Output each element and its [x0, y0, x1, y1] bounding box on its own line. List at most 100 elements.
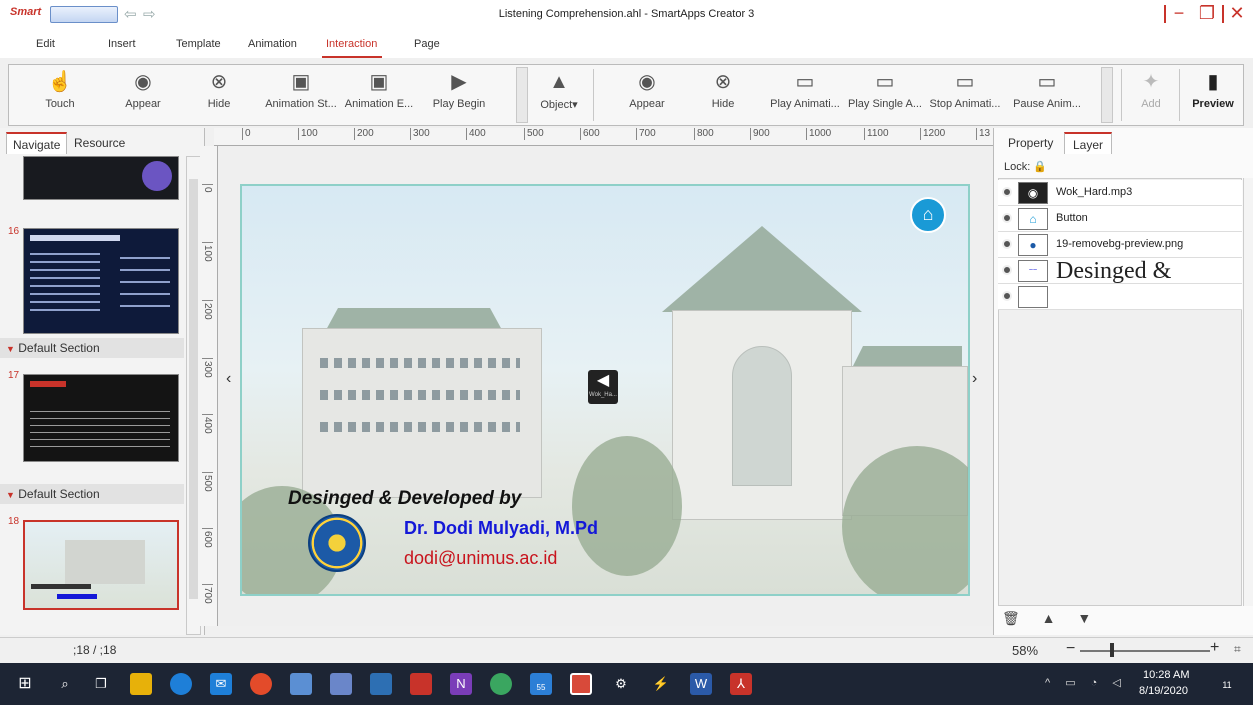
object-dropdown[interactable]: ▲ Object▾: [537, 69, 581, 111]
layer-item[interactable]: ⌂ Button: [998, 206, 1242, 232]
app-icon[interactable]: [290, 673, 312, 695]
audio-icon: ◀: [596, 372, 610, 389]
visibility-eye-icon[interactable]: [1002, 239, 1012, 249]
tree: [572, 436, 682, 576]
menu-insert[interactable]: Insert: [108, 38, 136, 50]
hide-button-2[interactable]: ⊗ Hide: [703, 69, 743, 110]
film-stop-icon: ▭: [955, 71, 975, 93]
clock-date[interactable]: 8/19/2020: [1139, 685, 1188, 697]
menu-interaction[interactable]: Interaction: [326, 38, 377, 50]
slide-thumbnail-17[interactable]: [23, 374, 179, 462]
edge-icon[interactable]: [170, 673, 192, 695]
divider: [1222, 5, 1224, 23]
tab-navigate[interactable]: Navigate: [6, 132, 68, 154]
close-button[interactable]: ✕: [1226, 3, 1248, 25]
tab-layer[interactable]: Layer: [1064, 132, 1113, 154]
menu-edit[interactable]: Edit: [36, 38, 55, 50]
maximize-button[interactable]: ❐: [1196, 3, 1218, 25]
title-bar: Smart ⇦ ⇨ Listening Comprehension.ahl - …: [0, 0, 1253, 30]
visibility-eye-icon[interactable]: [1002, 265, 1012, 275]
pdf-icon[interactable]: ⅄: [730, 673, 752, 695]
system-tray[interactable]: ^ ▭ ◔ ◁: [1045, 676, 1127, 689]
stop-animation-button[interactable]: ▭ Stop Animati...: [927, 69, 1003, 110]
animation-end-button[interactable]: ▣ Animation E...: [343, 69, 415, 110]
layer-item[interactable]: [998, 284, 1242, 310]
page-counter: ;18 / ;18: [73, 643, 117, 657]
slide-thumbnail-15[interactable]: [23, 156, 179, 200]
file-explorer-icon[interactable]: [130, 673, 152, 695]
task-view-icon[interactable]: ❐: [90, 673, 112, 695]
word-icon[interactable]: W: [690, 673, 712, 695]
fit-screen-icon[interactable]: ⌗: [1234, 642, 1241, 657]
lock-icon[interactable]: 🔒: [1033, 161, 1047, 173]
ribbon-scroll-right[interactable]: [1101, 67, 1113, 123]
tab-property[interactable]: Property: [1000, 132, 1061, 154]
tower-arch: [732, 346, 792, 486]
settings-gear-icon[interactable]: ⚙: [610, 673, 632, 695]
pause-animation-button[interactable]: ▭ Pause Anim...: [1009, 69, 1085, 110]
trash-icon[interactable]: 🗑: [1002, 610, 1020, 626]
menu-template[interactable]: Template: [176, 38, 221, 50]
building-left-wing: [302, 328, 542, 498]
layer-item[interactable]: ● 19-removebg-preview.png: [998, 232, 1242, 258]
section-header[interactable]: ▼ Default Section: [0, 338, 184, 358]
appear-button-2[interactable]: ◉ Appear: [621, 69, 673, 110]
play-animation-button[interactable]: ▭ Play Animati...: [767, 69, 843, 110]
divider: [593, 69, 594, 121]
add-button[interactable]: ✦ Add: [1131, 69, 1171, 110]
slide-canvas[interactable]: ⌂ ◀ Wok_Ha... Desinged & Developed by Dr…: [240, 184, 970, 596]
minimize-button[interactable]: −: [1168, 3, 1190, 25]
clock-time[interactable]: 10:28 AM: [1143, 669, 1189, 681]
animation-start-button[interactable]: ▣ Animation St...: [261, 69, 341, 110]
hide-button[interactable]: ⊗ Hide: [199, 69, 239, 110]
zoom-in-button[interactable]: +: [1210, 639, 1219, 657]
move-up-icon[interactable]: ▲: [1042, 610, 1056, 626]
app-icon[interactable]: [370, 673, 392, 695]
search-icon[interactable]: ⌕: [54, 673, 76, 695]
onenote-icon[interactable]: N: [450, 673, 472, 695]
audio-button[interactable]: ◀ Wok_Ha...: [588, 370, 618, 404]
slide-thumbnail-18[interactable]: [23, 520, 179, 610]
app-icon[interactable]: [330, 673, 352, 695]
app-icon[interactable]: [410, 673, 432, 695]
windows-start-icon[interactable]: ⊞: [14, 673, 36, 695]
zoom-slider-handle[interactable]: [1110, 643, 1114, 657]
menu-page[interactable]: Page: [414, 38, 440, 50]
smartapps-icon[interactable]: [570, 673, 592, 695]
move-down-icon[interactable]: ▼: [1077, 610, 1091, 626]
layer-item[interactable]: ◉ Wok_Hard.mp3: [998, 180, 1242, 206]
ribbon-scroll-left[interactable]: [516, 67, 528, 123]
thumbnail-scrollbar[interactable]: [186, 156, 201, 635]
layer-scrollbar[interactable]: [1243, 178, 1253, 606]
chrome-icon[interactable]: [250, 673, 272, 695]
university-seal: [308, 514, 366, 572]
notification-icon[interactable]: 11: [1216, 673, 1238, 695]
previous-page-arrow-icon[interactable]: ‹: [226, 370, 231, 388]
appear-button[interactable]: ◉ Appear: [117, 69, 169, 110]
visibility-eye-icon[interactable]: [1002, 187, 1012, 197]
app-badge-icon[interactable]: 55: [530, 673, 552, 695]
tab-resource[interactable]: Resource: [68, 132, 131, 154]
app-icon[interactable]: ⚡: [650, 673, 672, 695]
credit-heading: Desinged & Developed by: [288, 488, 522, 509]
touch-button[interactable]: ☝ Touch: [37, 69, 83, 110]
preview-button[interactable]: ▮ Preview: [1189, 69, 1237, 110]
visibility-eye-icon[interactable]: [1002, 291, 1012, 301]
chrome-icon[interactable]: [490, 673, 512, 695]
play-begin-button[interactable]: ▶ Play Begin: [427, 69, 491, 110]
text-thumb-icon: ~~: [1018, 260, 1048, 282]
home-button[interactable]: ⌂: [910, 197, 946, 233]
slide-number: 18: [8, 516, 20, 527]
play-single-animation-button[interactable]: ▭ Play Single A...: [847, 69, 923, 110]
slide-thumbnail-16[interactable]: [23, 228, 179, 334]
zoom-slider[interactable]: [1080, 650, 1210, 652]
visibility-eye-icon[interactable]: [1002, 213, 1012, 223]
next-page-arrow-icon[interactable]: ›: [972, 370, 977, 388]
mail-icon[interactable]: ✉: [210, 673, 232, 695]
zoom-out-button[interactable]: −: [1066, 640, 1075, 658]
layer-item[interactable]: ~~ Desinged &: [998, 258, 1242, 284]
menu-animation[interactable]: Animation: [248, 38, 297, 50]
section-header[interactable]: ▼ Default Section: [0, 484, 184, 504]
vertical-ruler: 0 100 200 300 400 500 600 700: [200, 146, 218, 626]
credit-author: Dr. Dodi Mulyadi, M.Pd: [404, 518, 599, 538]
